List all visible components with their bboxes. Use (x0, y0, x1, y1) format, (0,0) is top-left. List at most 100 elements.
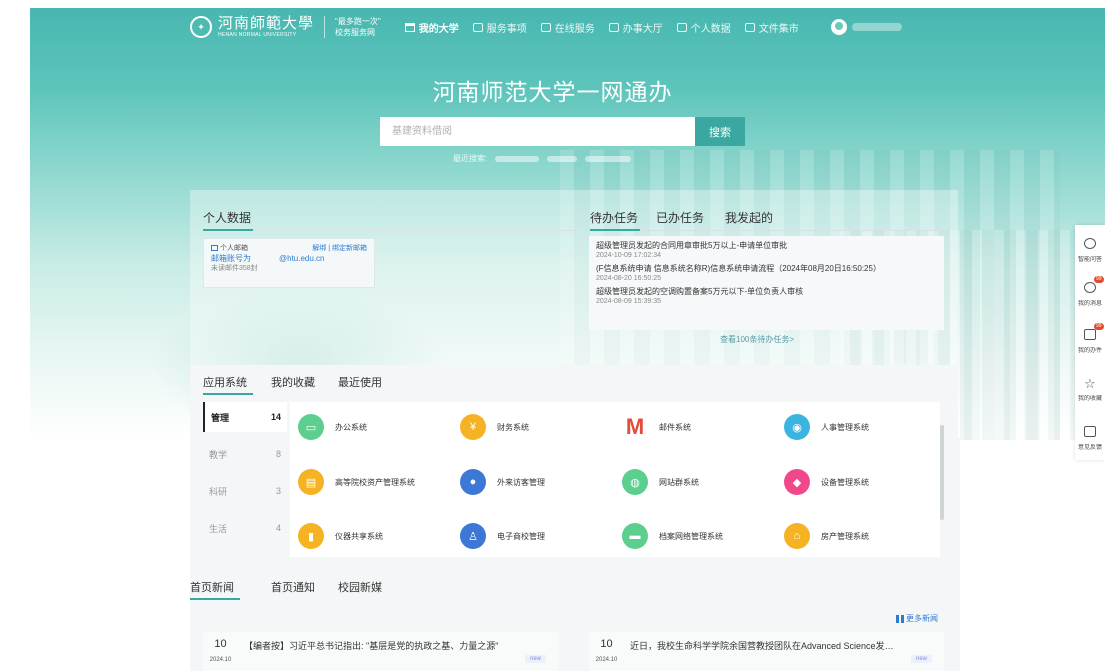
my-favorites-button[interactable]: ☆ 我的收藏 (1075, 375, 1105, 403)
tab-todo-tasks[interactable]: 待办任务 (590, 209, 638, 226)
task-title[interactable]: 超级管理员发起的空调购置备案5万元以下-单位负责人审核 (596, 286, 937, 297)
app-mail-system[interactable]: M 邮件系统 (622, 414, 691, 440)
category-management[interactable]: 管理 14 (203, 402, 287, 432)
view-more-tasks-link[interactable]: 查看100条待办任务> (720, 334, 794, 345)
recent-search-redacted[interactable] (495, 155, 540, 162)
news-day: 10 (214, 638, 227, 650)
nav-item-file-market[interactable]: 文件集市 (744, 20, 799, 35)
new-badge: new (910, 655, 932, 663)
category-teaching[interactable]: 教学 8 (203, 439, 287, 469)
list-icon (744, 22, 755, 32)
email-account: 邮箱账号为 @htu.edu.cn (211, 253, 367, 264)
nav-item-service-items[interactable]: 服务事项 (472, 20, 527, 35)
search-button[interactable]: 搜索 (695, 117, 745, 146)
search-input[interactable] (380, 117, 695, 146)
user-avatar[interactable] (830, 19, 847, 35)
nav-item-online-service[interactable]: 在线服务 (540, 20, 595, 35)
mail-icon (211, 245, 218, 251)
news-title[interactable]: 近日，我校生命科学学院余国营教授团队在Advanced Science发表研究成… (630, 632, 900, 671)
task-date: 2024-08-20 16:50:25 (596, 275, 661, 282)
nav-item-service-hall[interactable]: 办事大厅 (608, 20, 663, 35)
news-item[interactable]: 10 2024.10 【编者按】习近平总书记指出: "基层是党的执政之基、力量之… (203, 632, 558, 671)
logo-english: HENAN NORMAL UNIVERSITY (218, 32, 297, 38)
news-item[interactable]: 10 2024.10 近日，我校生命科学学院余国营教授团队在Advanced S… (589, 632, 944, 671)
recent-search-redacted[interactable] (585, 155, 632, 162)
tab-home-news[interactable]: 首页新闻 (190, 579, 234, 595)
my-cases-button[interactable]: 99 我的办件 (1075, 323, 1105, 355)
task-item[interactable]: 超级管理员发起的空调购置备案5万元以下-单位负责人审核 2024-08-09 1… (596, 286, 937, 307)
my-messages-button[interactable]: 99 我的消息 (1075, 276, 1105, 308)
category-count: 14 (270, 412, 281, 422)
category-research[interactable]: 科研 3 (203, 476, 287, 506)
app-asset-management[interactable]: ▤ 高等院校资产管理系统 (298, 469, 448, 495)
app-equipment-management[interactable]: ◆ 设备管理系统 (784, 469, 869, 495)
university-logo[interactable]: 河南師範大學 HENAN NORMAL UNIVERSITY (218, 16, 314, 38)
task-list: 超级管理员发起的合同用章审批5万以上-申请单位审批 2024-10-09 17:… (589, 236, 944, 330)
app-visitor-management[interactable]: ● 外来访客管理 (460, 469, 545, 495)
grid-icon (896, 614, 904, 623)
news-month: 2024.10 (595, 657, 618, 663)
category-life[interactable]: 生活 4 (203, 513, 287, 543)
tab-my-favorites[interactable]: 我的收藏 (271, 374, 315, 390)
app-housing-management[interactable]: ⌂ 房产管理系统 (784, 523, 869, 549)
nav-label: 个人数据 (690, 23, 731, 35)
tab-recently-used[interactable]: 最近使用 (338, 374, 382, 390)
personal-data-title: 个人数据 (203, 211, 252, 225)
task-title[interactable]: 超级管理员发起的合同用章审批5万以上-申请单位审批 (596, 240, 937, 251)
nav-item-personal-data[interactable]: 个人数据 (676, 20, 731, 35)
email-bind-links[interactable]: 解绑 | 绑定新邮箱 (312, 244, 367, 253)
news-title[interactable]: 【编者按】习近平总书记指出: "基层是党的执政之基、力量之源" (244, 632, 514, 671)
task-title[interactable]: (F信息系统申请 信息系统名称R)信息系统申请流程（2024年08月20日16:… (596, 263, 937, 274)
app-grid: ▭ 办公系统 ¥ 财务系统 M 邮件系统 ◉ 人事管理系统 ▤ 高等院校资产管理… (290, 402, 940, 557)
office-icon: ▭ (298, 414, 324, 440)
app-finance-system[interactable]: ¥ 财务系统 (460, 414, 529, 440)
app-office-system[interactable]: ▭ 办公系统 (298, 414, 367, 440)
task-item[interactable]: (F信息系统申请 信息系统名称R)信息系统申请流程（2024年08月20日16:… (596, 263, 937, 284)
news-day: 10 (600, 638, 613, 650)
top-nav: ✦ 河南師範大學 HENAN NORMAL UNIVERSITY "最多跑一次"… (190, 12, 970, 42)
toolbar-label: 智能问答 (1077, 257, 1102, 263)
app-website-cluster[interactable]: ◍ 网站群系统 (622, 469, 699, 495)
tab-app-systems[interactable]: 应用系统 (203, 374, 247, 390)
more-news-link[interactable]: 更多新闻 (896, 613, 938, 624)
nav-item-my-university[interactable]: 我的大学 (404, 20, 459, 35)
nav-label: 办事大厅 (622, 23, 663, 35)
tab-home-notices[interactable]: 首页通知 (271, 579, 315, 595)
archive-icon: ▬ (622, 523, 648, 549)
smart-qa-button[interactable]: 智能问答 (1075, 236, 1105, 264)
list-icon (676, 22, 687, 32)
app-name: 财务系统 (497, 422, 529, 432)
app-grid-scrollbar[interactable] (940, 425, 944, 520)
app-category-list: 管理 14 教学 8 科研 3 生活 4 (203, 402, 287, 557)
recent-search-redacted[interactable] (547, 155, 578, 162)
task-item[interactable]: 超级管理员发起的合同用章审批5万以上-申请单位审批 2024-10-09 17:… (596, 240, 937, 261)
floating-toolbar: 智能问答 99 我的消息 99 我的办件 ☆ 我的收藏 意见反馈 (1075, 225, 1105, 460)
message-count-badge: 99 (1094, 276, 1104, 283)
app-name: 档案网络管理系统 (659, 531, 723, 541)
slogan-line-2: 校务服务网 (335, 28, 376, 37)
tab-done-tasks[interactable]: 已办任务 (656, 209, 704, 226)
toolbar-label: 我的消息 (1077, 301, 1102, 307)
tab-my-initiated[interactable]: 我发起的 (725, 209, 773, 226)
tab-campus-media[interactable]: 校园新媒 (338, 579, 382, 595)
user-name-redacted[interactable] (851, 23, 902, 31)
list-icon (608, 22, 619, 32)
building-icon: ⌂ (784, 523, 810, 549)
email-label: 个人邮箱 (211, 244, 248, 253)
graduate-icon: ♙ (460, 523, 486, 549)
gmail-icon: M (625, 414, 645, 439)
category-name: 管理 (211, 412, 230, 423)
app-e-campus[interactable]: ♙ 电子商校管理 (460, 523, 545, 549)
nav-label: 服务事项 (486, 23, 527, 35)
app-archive-network[interactable]: ▬ 档案网络管理系统 (622, 523, 723, 549)
university-seal-icon: ✦ (190, 16, 212, 38)
email-account-prefix: 邮箱账号为 (211, 254, 251, 263)
database-icon: ▤ (298, 469, 324, 495)
nav-menu: 我的大学 服务事项 在线服务 办事大厅 个人数据 文件集市 (404, 20, 813, 35)
page-title: 河南师范大学一网通办 (432, 79, 673, 105)
instrument-icon: ▮ (298, 523, 324, 549)
app-instrument-sharing[interactable]: ▮ 仪器共享系统 (298, 523, 383, 549)
task-date: 2024-10-09 17:02:34 (596, 252, 661, 259)
feedback-button[interactable]: 意见反馈 (1075, 424, 1105, 452)
app-hr-system[interactable]: ◉ 人事管理系统 (784, 414, 869, 440)
